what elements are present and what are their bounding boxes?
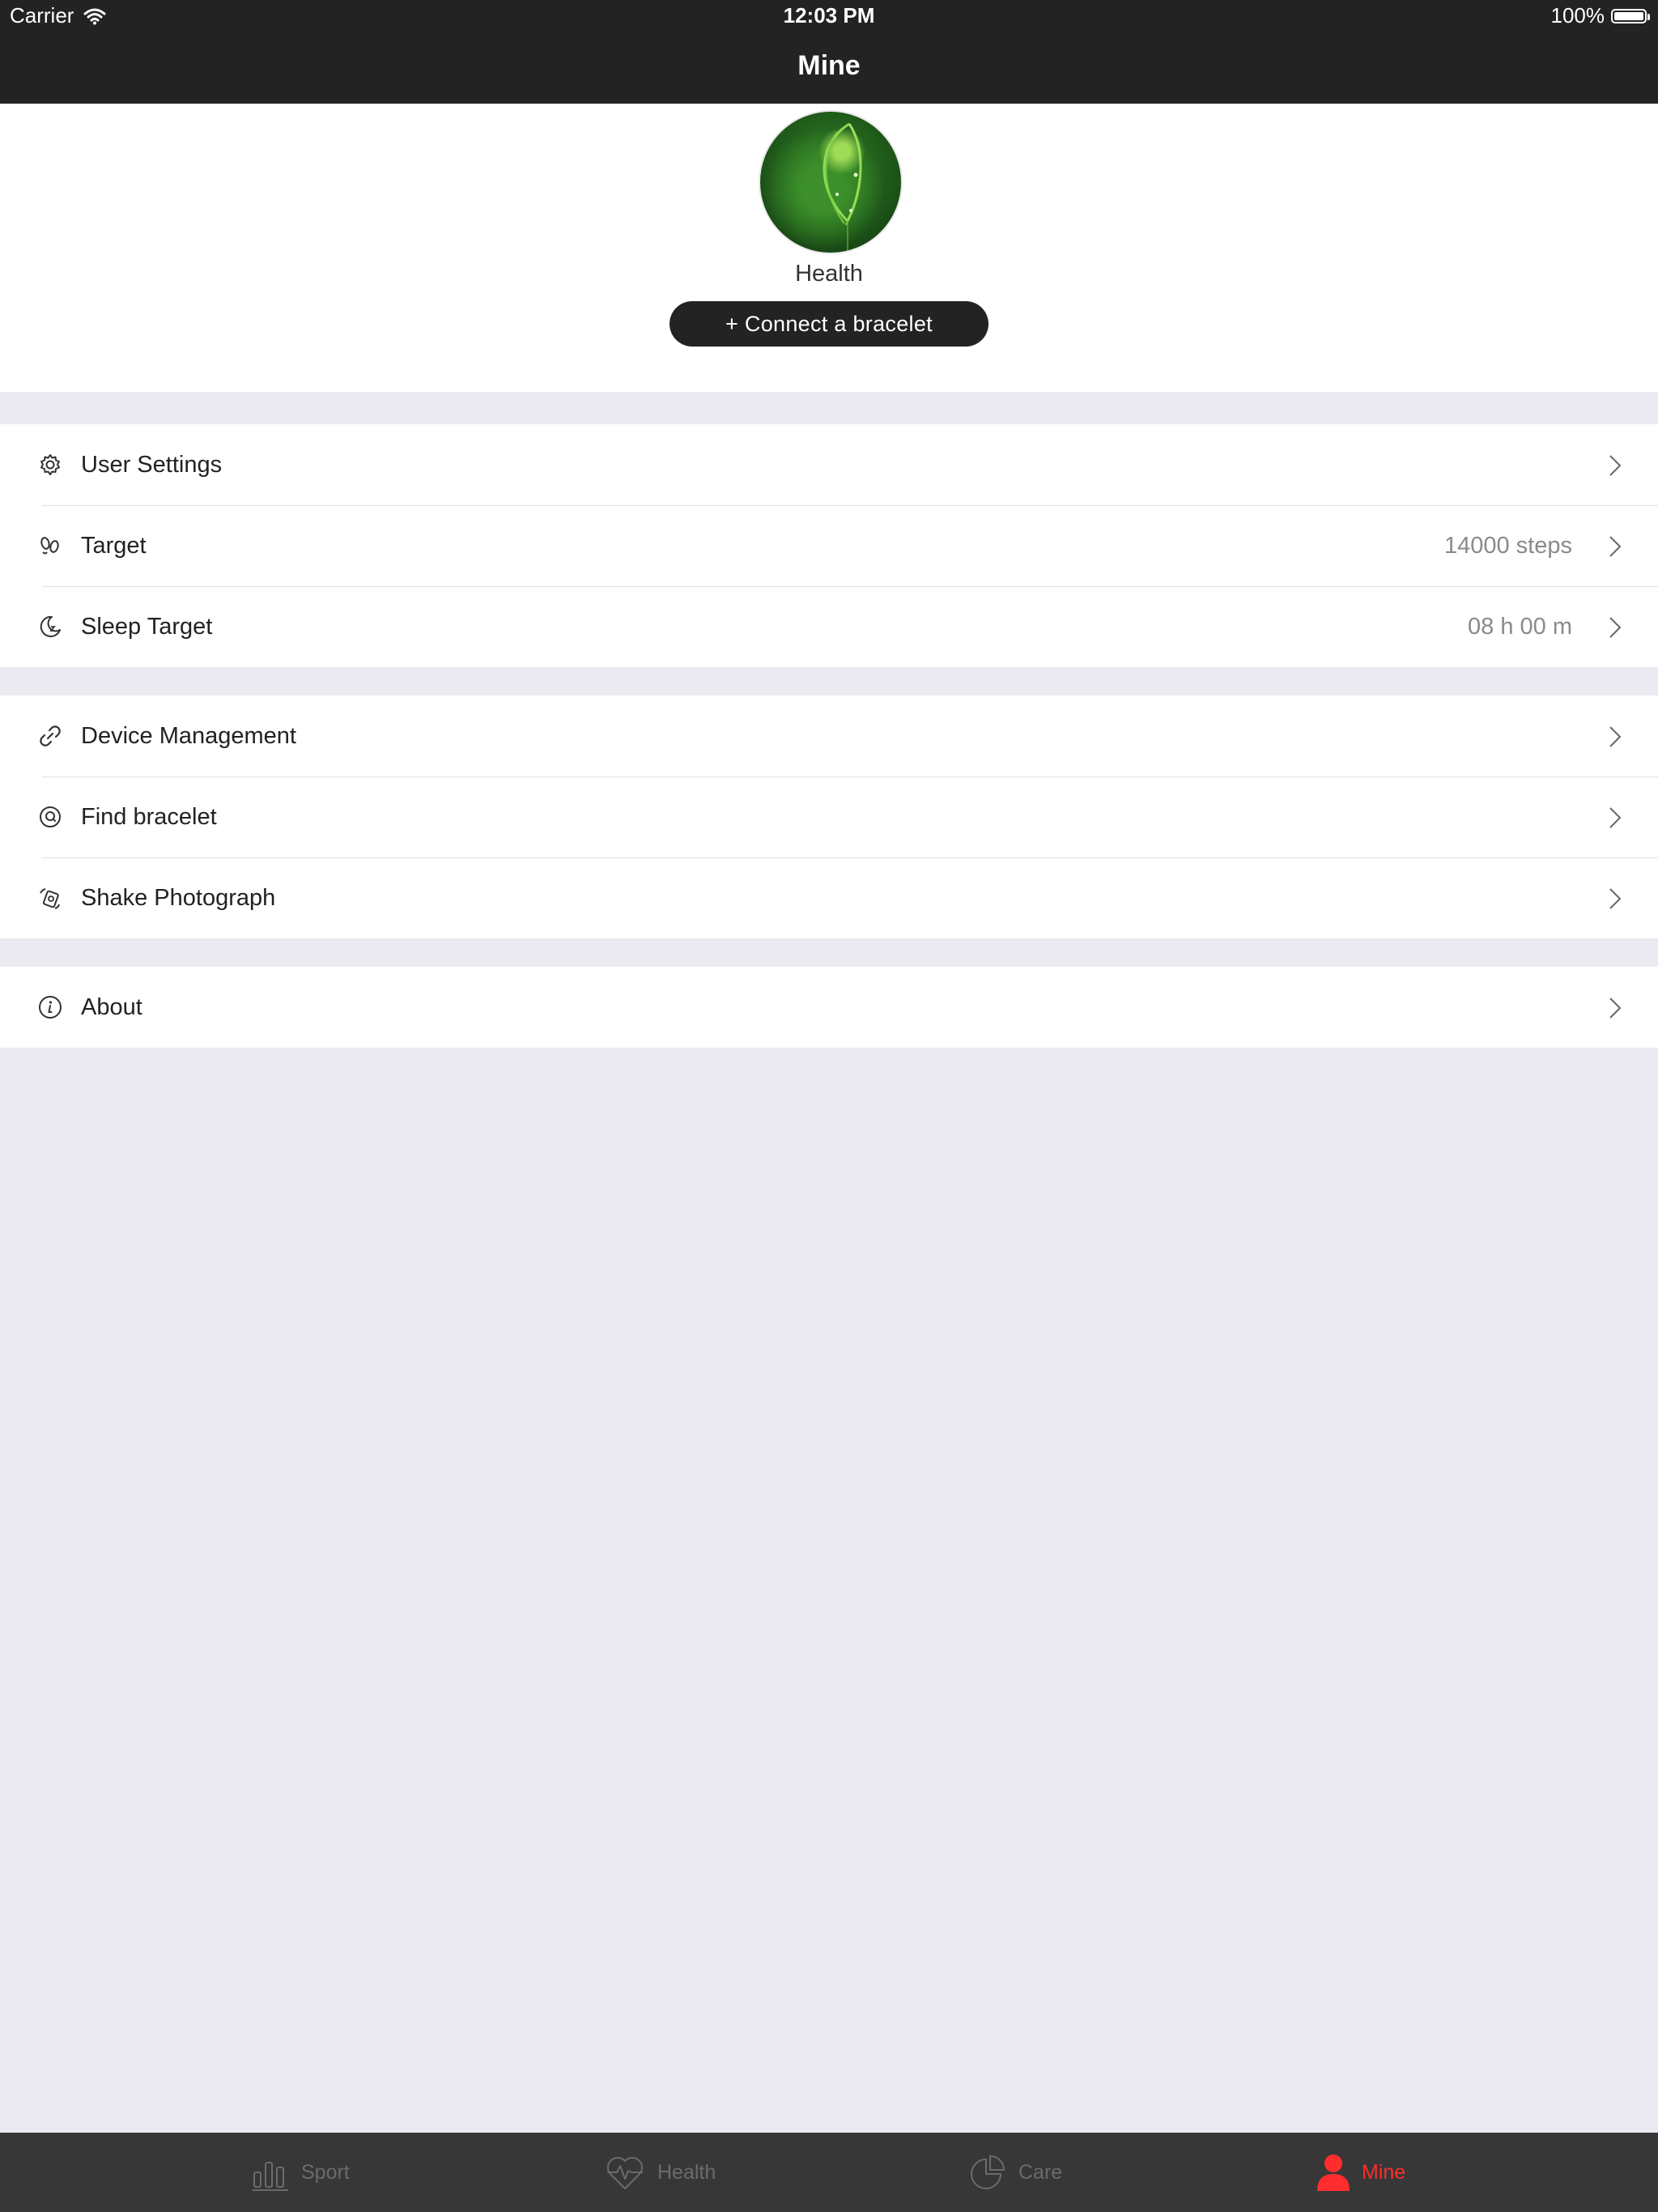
chevron-right-icon bbox=[1609, 888, 1622, 909]
battery-percent: 100% bbox=[1550, 3, 1605, 28]
footprints-icon bbox=[40, 537, 59, 555]
row-label: User Settings bbox=[81, 451, 223, 478]
sleep-target-value: 08 h 00 m bbox=[1468, 613, 1572, 640]
tab-sport[interactable]: Sport bbox=[251, 2133, 350, 2212]
battery-icon bbox=[1611, 8, 1650, 23]
tab-label: Mine bbox=[1362, 2160, 1406, 2184]
find-icon bbox=[40, 806, 61, 827]
tab-label: Sport bbox=[301, 2160, 350, 2184]
info-icon bbox=[39, 996, 62, 1019]
moon-icon bbox=[40, 615, 61, 637]
connect-bracelet-button[interactable]: + Connect a bracelet bbox=[670, 301, 988, 347]
row-label: Target bbox=[81, 532, 147, 559]
heart-pulse-icon bbox=[606, 2156, 644, 2189]
settings-group-2: Device Management Find bracelet Shake Ph… bbox=[0, 696, 1658, 938]
link-icon bbox=[40, 725, 61, 747]
chevron-right-icon bbox=[1609, 726, 1622, 747]
row-label: Find bracelet bbox=[81, 803, 217, 830]
chevron-right-icon bbox=[1609, 807, 1622, 828]
chevron-right-icon bbox=[1609, 536, 1622, 557]
settings-group-1: User Settings Target 14000 steps Sleep T… bbox=[0, 424, 1658, 667]
row-label: Shake Photograph bbox=[81, 884, 276, 911]
tab-bar: Sport Health Care Mine bbox=[0, 2133, 1658, 2212]
chevron-right-icon bbox=[1609, 617, 1622, 638]
shake-icon bbox=[40, 888, 60, 909]
avatar[interactable] bbox=[759, 110, 903, 254]
row-label: About bbox=[81, 993, 142, 1020]
tab-health[interactable]: Health bbox=[604, 2133, 716, 2212]
row-target[interactable]: Target 14000 steps bbox=[0, 505, 1658, 586]
bar-chart-icon bbox=[253, 2162, 288, 2191]
row-user-settings[interactable]: User Settings bbox=[0, 424, 1658, 505]
pie-chart-icon bbox=[971, 2155, 1005, 2189]
row-label: Device Management bbox=[81, 722, 296, 749]
gear-icon bbox=[40, 454, 60, 475]
tab-label: Health bbox=[657, 2160, 716, 2184]
status-battery: 100% bbox=[1550, 3, 1650, 28]
tab-label: Care bbox=[1018, 2160, 1063, 2184]
row-find-bracelet[interactable]: Find bracelet bbox=[0, 776, 1658, 857]
top-bar: Carrier 12:03 PM 100% Mine bbox=[0, 0, 1658, 104]
row-device-management[interactable]: Device Management bbox=[0, 696, 1658, 776]
target-steps-value: 14000 steps bbox=[1443, 532, 1572, 559]
chevron-right-icon bbox=[1609, 998, 1622, 1019]
tab-care[interactable]: Care bbox=[968, 2133, 1062, 2212]
settings-group-3: About bbox=[0, 967, 1658, 1048]
status-time: 12:03 PM bbox=[783, 3, 875, 28]
tab-mine[interactable]: Mine bbox=[1316, 2133, 1405, 2212]
profile-name: Health bbox=[795, 261, 863, 287]
row-shake-photograph[interactable]: Shake Photograph bbox=[0, 857, 1658, 938]
row-label: Sleep Target bbox=[81, 613, 213, 640]
row-sleep-target[interactable]: Sleep Target 08 h 00 m bbox=[0, 586, 1658, 667]
person-icon bbox=[1317, 2155, 1350, 2191]
profile-section: Health + Connect a bracelet bbox=[0, 104, 1658, 392]
chevron-right-icon bbox=[1609, 455, 1622, 476]
page-title: Mine bbox=[797, 50, 861, 81]
leaf-image bbox=[823, 122, 862, 253]
row-about[interactable]: About bbox=[0, 967, 1658, 1048]
